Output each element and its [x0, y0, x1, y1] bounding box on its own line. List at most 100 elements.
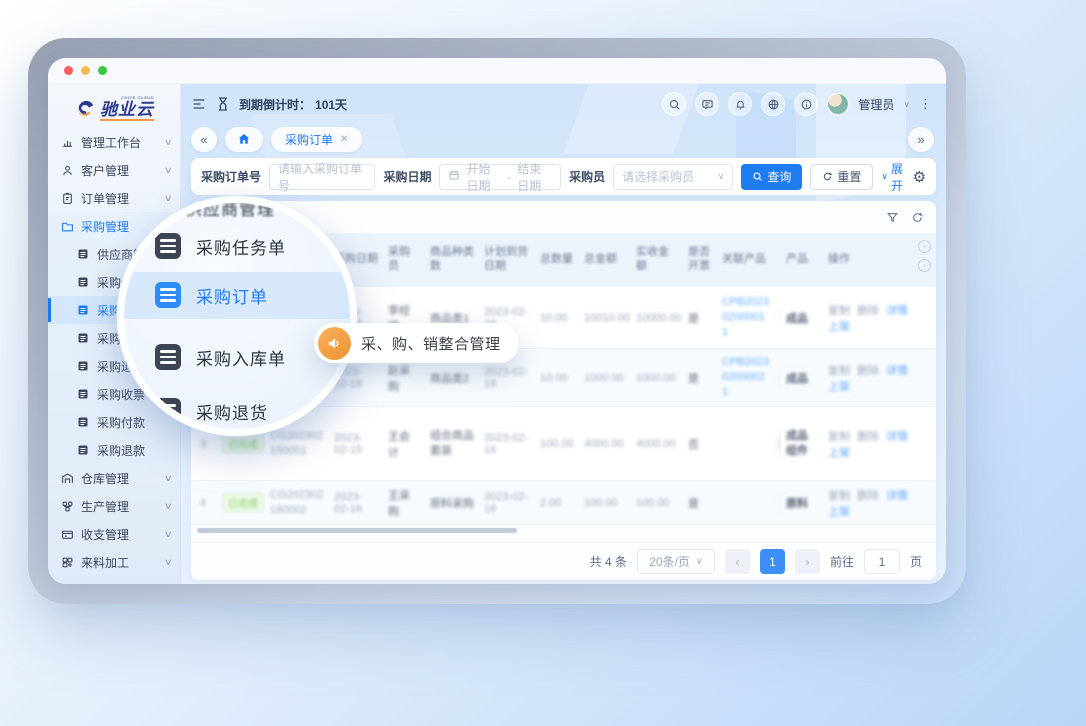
sidebar-item-收支管理[interactable]: 收支管理∨	[48, 520, 180, 548]
row-action-link[interactable]: 详情	[886, 431, 908, 443]
list-icon	[76, 275, 90, 289]
bell-icon[interactable]	[728, 92, 752, 116]
table-cell: 10010.00	[579, 310, 631, 326]
prev-page-button[interactable]: ‹	[725, 549, 750, 574]
table-cell: 10.00	[535, 370, 579, 386]
cell-text: CG202302160002	[270, 488, 324, 518]
sidebar-item-label: 订单管理	[81, 190, 158, 207]
table-cell: 100.00	[579, 495, 631, 511]
sidebar-item-管理工作台[interactable]: 管理工作台∨	[48, 128, 180, 156]
row-action-link[interactable]: 详情	[886, 490, 908, 502]
row-action-link[interactable]: 上架	[828, 447, 850, 459]
search-icon[interactable]	[662, 92, 686, 116]
feature-callout: 采、购、销整合管理	[314, 323, 519, 363]
close-traffic-light[interactable]	[64, 66, 73, 75]
filter-funnel-icon[interactable]	[886, 211, 899, 224]
next-page-button[interactable]: ›	[795, 549, 820, 574]
sidebar-item-label: 管理工作台	[81, 134, 158, 151]
column-config-icon[interactable]: ◦	[918, 240, 931, 253]
reset-icon	[822, 171, 833, 182]
material-icon	[60, 555, 74, 569]
table-cell: CPB202302000021	[717, 353, 781, 402]
status-badge: 已完成	[222, 434, 264, 453]
more-menu-icon[interactable]: ⋮	[919, 96, 932, 112]
row-action-link[interactable]: 删除	[857, 365, 879, 377]
order-no-label: 采购订单号	[201, 168, 261, 185]
row-action-link[interactable]: 详情	[886, 305, 908, 317]
row-action-link[interactable]: 上架	[828, 321, 850, 333]
magnifier-overlay: 供应商管理 采购任务单采购订单采购入库单采购退货	[117, 196, 357, 436]
row-action-link[interactable]: 上架	[828, 381, 850, 393]
table-cell: 成品	[781, 368, 823, 388]
page-size-select[interactable]: 20条/页 ∨	[637, 549, 715, 574]
cell-text: 2023-02-18	[484, 366, 528, 390]
cell-text[interactable]: CPB202302000021	[722, 355, 776, 400]
order-no-input[interactable]: 请输入采购订单号	[269, 164, 375, 190]
select-chevron-down-icon: ∨	[718, 171, 725, 182]
refresh-icon[interactable]	[911, 211, 924, 224]
minimize-traffic-light[interactable]	[81, 66, 90, 75]
row-action-link[interactable]: 上架	[828, 506, 850, 518]
column-header: 关联产品	[717, 250, 781, 270]
user-name[interactable]: 管理员	[858, 96, 894, 113]
filter-bar: 采购订单号 请输入采购订单号 采购日期 开始日期 -	[191, 158, 936, 195]
magnifier-item-label: 采购退货	[196, 399, 268, 424]
cell-text: 2023-02-15	[334, 432, 362, 456]
row-action-link[interactable]: 详情	[886, 365, 908, 377]
sidebar-item-采购退款[interactable]: 采购退款	[48, 436, 180, 464]
globe-icon[interactable]	[761, 92, 785, 116]
sidebar-item-仓库管理[interactable]: 仓库管理∨	[48, 464, 180, 492]
buyer-select[interactable]: 请选择采购员 ∨	[613, 164, 733, 190]
tab-purchase-order[interactable]: 采购订单 ✕	[271, 127, 362, 152]
expand-filters-link[interactable]: ∨ 展开	[881, 160, 904, 194]
magnifier-item-采购退货[interactable]: 采购退货	[155, 394, 268, 428]
brand-name: 驰业云	[100, 100, 154, 122]
date-range-input[interactable]: 开始日期 - 结束日期	[439, 164, 561, 190]
magnifier-item-采购入库单[interactable]: 采购入库单	[155, 340, 286, 374]
table-cell: CPB202302000011	[717, 293, 781, 342]
cell-text: 10010.00	[584, 312, 630, 324]
tabs-back-chevron[interactable]: «	[191, 127, 217, 152]
search-button[interactable]: 查询	[741, 164, 802, 190]
sidebar-item-订单管理[interactable]: 订单管理∨	[48, 184, 180, 212]
magnifier-item-采购任务单[interactable]: 采购任务单	[155, 229, 286, 263]
list-icon	[76, 387, 90, 401]
calendar-icon	[448, 169, 460, 184]
magnifier-item-采购订单[interactable]: 采购订单	[155, 278, 268, 312]
goto-page-input[interactable]: 1	[864, 549, 900, 574]
home-tab[interactable]	[225, 127, 263, 152]
collapse-sidebar-icon[interactable]	[191, 96, 207, 112]
table-cell: 复制删除详情上架	[823, 485, 935, 521]
row-action-link[interactable]: 删除	[857, 305, 879, 317]
date-start-placeholder: 开始日期	[466, 160, 501, 194]
info-icon[interactable]	[794, 92, 818, 116]
row-action-link[interactable]: 复制	[828, 431, 850, 443]
page-1-button[interactable]: 1	[760, 549, 785, 574]
row-action-link[interactable]: 复制	[828, 365, 850, 377]
reset-button[interactable]: 重置	[810, 164, 873, 190]
list-icon	[76, 443, 90, 457]
cell-text: 王采购	[388, 490, 410, 518]
finance-icon	[60, 527, 74, 541]
cell-text: 商品类2	[430, 373, 469, 385]
row-action-link[interactable]: 复制	[828, 490, 850, 502]
sidebar-item-label: 生产管理	[81, 498, 158, 515]
sidebar-item-客户管理[interactable]: 客户管理∨	[48, 156, 180, 184]
sidebar-item-来料加工[interactable]: 来料加工∨	[48, 548, 180, 576]
cell-text[interactable]: CPB202302000011	[722, 295, 776, 340]
avatar[interactable]	[827, 93, 849, 115]
total-count: 共 4 条	[590, 553, 627, 570]
tabs-forward-chevron[interactable]: »	[908, 127, 934, 152]
maximize-traffic-light[interactable]	[98, 66, 107, 75]
message-icon[interactable]	[695, 92, 719, 116]
sidebar-item-生产管理[interactable]: 生产管理∨	[48, 492, 180, 520]
row-action-link[interactable]: 删除	[857, 490, 879, 502]
filter-settings-gear-icon[interactable]: ⚙	[913, 168, 926, 186]
cell-text: 4	[200, 497, 206, 509]
column-header: 总数量	[535, 250, 579, 270]
row-action-link[interactable]: 删除	[857, 431, 879, 443]
table-cell: 是	[683, 308, 717, 328]
scrollbar-thumb[interactable]	[197, 528, 517, 533]
tab-close-icon[interactable]: ✕	[340, 134, 348, 145]
row-action-link[interactable]: 复制	[828, 305, 850, 317]
